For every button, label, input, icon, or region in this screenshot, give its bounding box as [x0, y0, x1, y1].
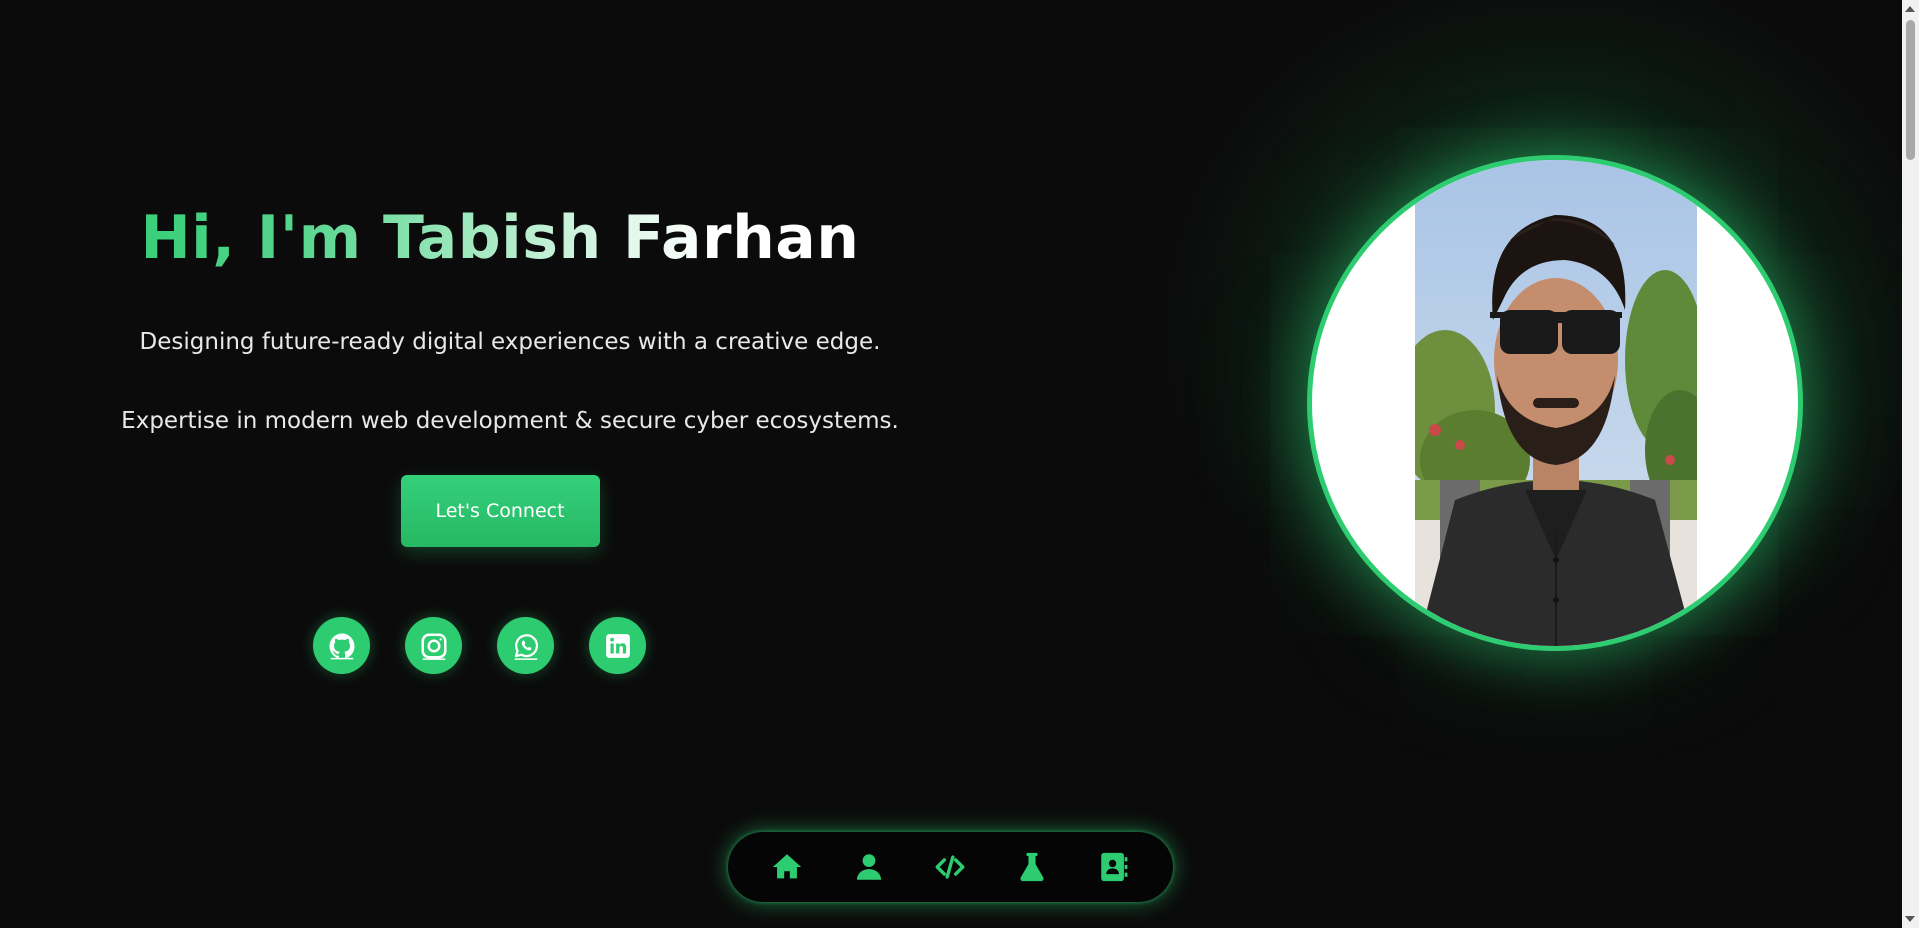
scroll-down-icon[interactable] — [1905, 916, 1915, 922]
linkedin-icon — [605, 633, 630, 658]
github-link[interactable] — [313, 617, 370, 674]
github-icon — [329, 633, 354, 659]
hero-description-2: Expertise in modern web development & se… — [121, 408, 899, 434]
hero-section: Hi, I'm Tabish Farhan Designing future-r… — [100, 190, 920, 547]
bottom-nav-dock — [728, 832, 1173, 902]
page: Hi, I'm Tabish Farhan Designing future-r… — [0, 0, 1919, 928]
instagram-link[interactable] — [405, 617, 462, 674]
scroll-thumb[interactable] — [1906, 20, 1915, 160]
hero-title: Hi, I'm Tabish Farhan — [80, 190, 920, 286]
flask-icon — [1020, 852, 1044, 882]
home-icon — [772, 854, 802, 879]
contact-book-icon — [1101, 852, 1128, 882]
instagram-icon — [421, 633, 446, 660]
nav-contact[interactable] — [1091, 844, 1137, 890]
lets-connect-button[interactable]: Let's Connect — [400, 475, 600, 547]
whatsapp-icon — [514, 633, 538, 660]
profile-photo — [1415, 160, 1697, 646]
nav-home[interactable] — [764, 844, 810, 890]
nav-lab[interactable] — [1009, 844, 1055, 890]
hero-description-1: Designing future-ready digital experienc… — [139, 329, 881, 355]
scroll-up-icon[interactable] — [1905, 6, 1915, 12]
social-links — [313, 617, 646, 674]
nav-projects[interactable] — [927, 844, 973, 890]
profile-avatar — [1307, 155, 1803, 651]
page-scrollbar[interactable] — [1902, 0, 1919, 928]
nav-about[interactable] — [846, 844, 892, 890]
linkedin-link[interactable] — [589, 617, 646, 674]
whatsapp-link[interactable] — [497, 617, 554, 674]
code-icon — [936, 855, 965, 879]
user-icon — [856, 854, 881, 880]
